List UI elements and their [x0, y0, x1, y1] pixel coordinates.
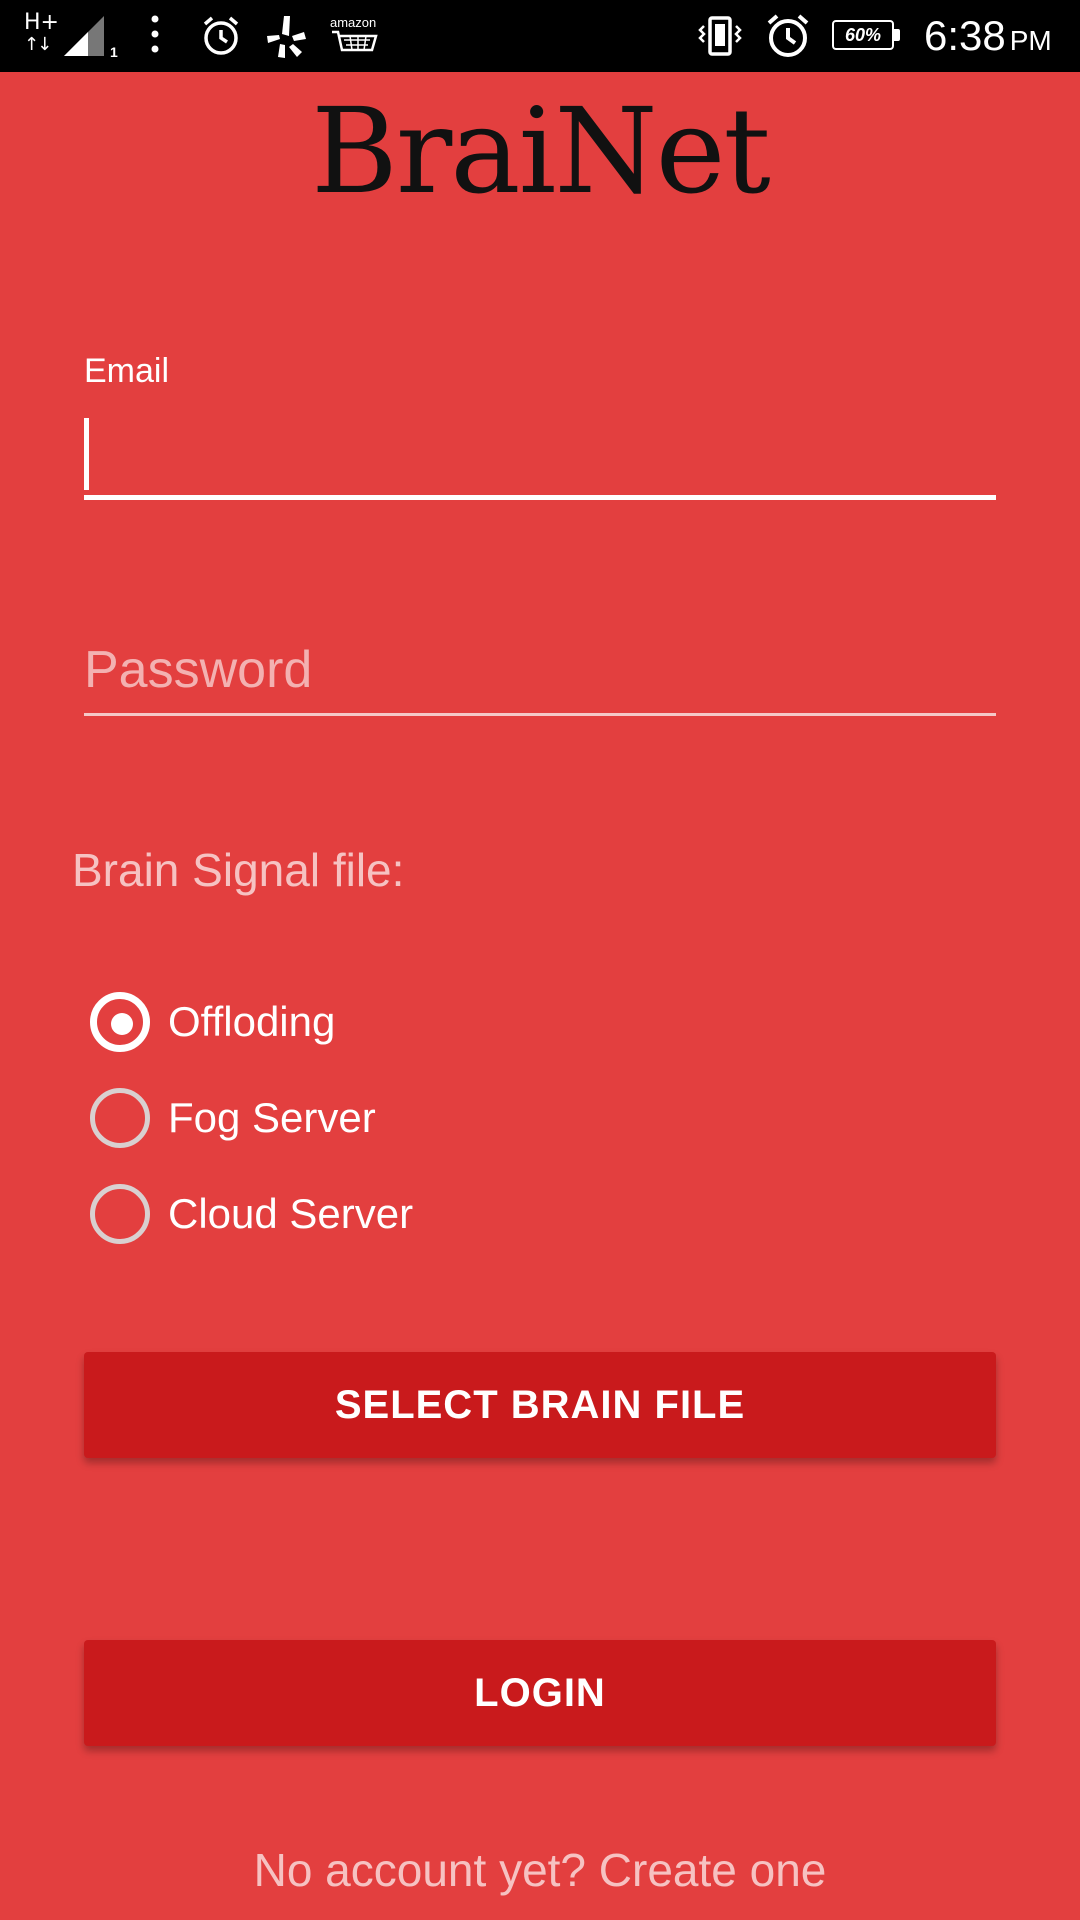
amazon-cart-icon: amazon: [330, 16, 378, 60]
status-bar: H+ ↑↓ 1 amazon 60% 6:38 PM: [0, 0, 1080, 72]
radio-dot: [111, 1013, 133, 1035]
sim-slot-label: 1: [110, 44, 118, 60]
battery-icon: 60%: [832, 20, 902, 52]
network-type-label: H+: [24, 10, 59, 35]
app-logo: BraiNet: [311, 82, 771, 220]
select-brain-file-button[interactable]: SELECT BRAIN FILE: [84, 1352, 996, 1458]
vibrate-icon: [698, 16, 742, 56]
email-field[interactable]: [84, 410, 996, 500]
radio-label[interactable]: Offloding: [168, 996, 335, 1048]
radio-offloading[interactable]: Offloding: [84, 982, 684, 1062]
radio-unchecked-icon[interactable]: [90, 1184, 150, 1244]
clock-ampm: PM: [1009, 25, 1052, 56]
yelp-icon: [267, 16, 306, 58]
password-field[interactable]: [84, 630, 996, 716]
clock: 6:38 PM: [924, 12, 1052, 65]
battery-percent: 60%: [844, 25, 882, 45]
email-label: Email: [84, 352, 170, 390]
overflow-menu-icon: [151, 15, 159, 53]
radio-label[interactable]: Cloud Server: [168, 1188, 413, 1240]
battery-tip: [894, 29, 900, 41]
radio-checked-icon[interactable]: [90, 992, 150, 1052]
clock-time: 6:38: [924, 12, 1006, 59]
text-cursor: [84, 418, 89, 490]
create-account-link[interactable]: No account yet? Create one: [0, 1842, 1080, 1898]
alarm-icon: [203, 16, 239, 55]
radio-label[interactable]: Fog Server: [168, 1092, 376, 1144]
data-arrows-icon: ↑↓: [24, 34, 52, 55]
radio-fog-server[interactable]: Fog Server: [84, 1078, 684, 1158]
brain-signal-label: Brain Signal file:: [72, 844, 405, 896]
network-type-indicator: H+ ↑↓: [24, 12, 59, 56]
radio-unchecked-icon[interactable]: [90, 1088, 150, 1148]
radio-cloud-server[interactable]: Cloud Server: [84, 1174, 684, 1254]
login-button[interactable]: LOGIN: [84, 1640, 996, 1746]
amazon-label: amazon: [330, 15, 377, 30]
alarm-icon: [767, 14, 809, 57]
signal-icon: [64, 16, 104, 56]
